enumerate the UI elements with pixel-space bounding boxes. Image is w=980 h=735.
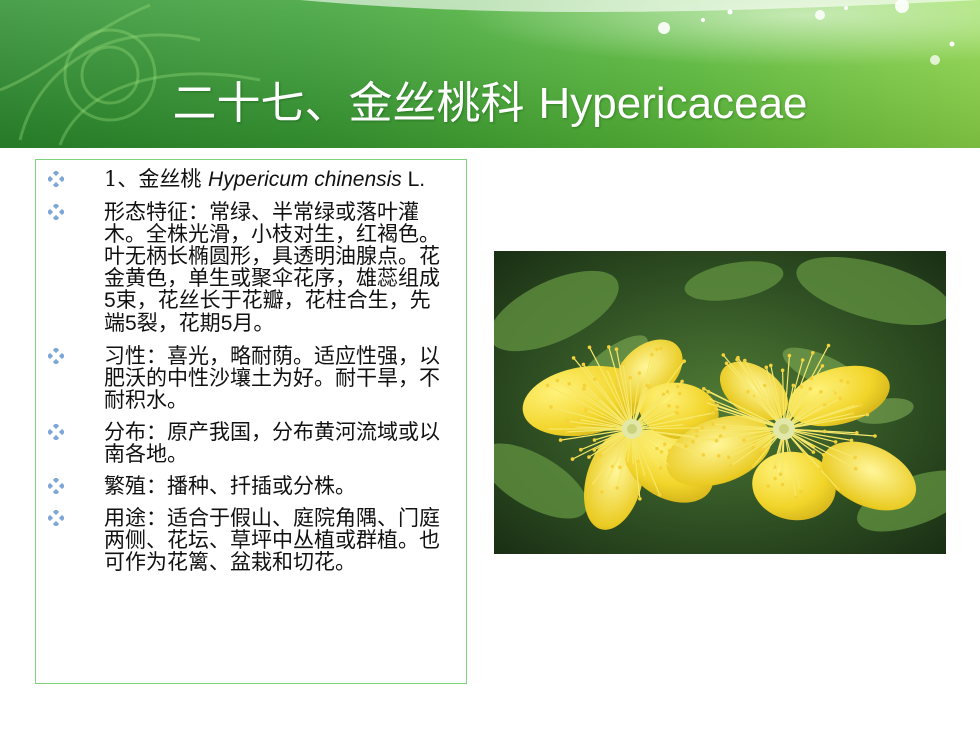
bullet-text-part: 5 bbox=[125, 312, 137, 335]
slide-title-latin: Hypericaceae bbox=[538, 79, 808, 128]
bullet-text-part: Hypericum chinensis bbox=[208, 168, 402, 191]
bullet-text: 习性：喜光，略耐荫。适应性强，以肥沃的中性沙壤土为好。耐干旱，不耐积水。 bbox=[104, 345, 448, 411]
content-text-box: 1、金丝桃 Hypericum chinensis L. 形态特征：常绿、半常绿或… bbox=[35, 159, 467, 684]
bullet-text-part: 1、金丝桃 bbox=[104, 167, 209, 191]
bullet-text: 分布：原产我国，分布黄河流域或以南各地。 bbox=[104, 421, 448, 465]
diamond-bullet-icon bbox=[48, 348, 64, 364]
bullet-text-part: 月。 bbox=[232, 311, 275, 335]
flower-image bbox=[494, 251, 946, 554]
hypericum-flower-photo bbox=[494, 251, 946, 554]
bullet-text-part: 5 bbox=[104, 289, 116, 312]
bullet-item: 形态特征：常绿、半常绿或落叶灌木。全株光滑，小枝对生，红褐色。叶无柄长椭圆形，具… bbox=[46, 201, 448, 335]
bullet-item: 繁殖：播种、扦插或分株。 bbox=[46, 475, 448, 497]
bullet-text-part: 裂，花期 bbox=[136, 311, 221, 335]
bullet-text-part: 形态特征：常绿、半常绿或落叶灌木。全株光滑，小枝对生，红褐色。叶无柄长椭圆形，具… bbox=[104, 200, 440, 290]
slide-title: 二十七、金丝桃科 Hypericaceae bbox=[0, 72, 980, 136]
bullet-text: 用途：适合于假山、庭院角隅、门庭两侧、花坛、草坪中丛植或群植。也可作为花篱、盆栽… bbox=[104, 507, 448, 573]
diamond-bullet-icon bbox=[48, 171, 64, 187]
bullet-text-part: 用途：适合于假山、庭院角隅、门庭两侧、花坛、草坪中丛植或群植。也可作为花篱、盆栽… bbox=[104, 506, 440, 574]
diamond-bullet-icon bbox=[48, 510, 64, 526]
slide-header-banner: 二十七、金丝桃科 Hypericaceae bbox=[0, 0, 980, 148]
diamond-bullet-icon bbox=[48, 478, 64, 494]
bullet-item: 用途：适合于假山、庭院角隅、门庭两侧、花坛、草坪中丛植或群植。也可作为花篱、盆栽… bbox=[46, 507, 448, 573]
diamond-bullet-icon bbox=[48, 204, 64, 220]
bullet-text-part: L. bbox=[401, 168, 426, 191]
slide-title-cn: 二十七、金丝桃科 bbox=[172, 78, 539, 129]
bullet-item: 习性：喜光，略耐荫。适应性强，以肥沃的中性沙壤土为好。耐干旱，不耐积水。 bbox=[46, 345, 448, 411]
bullet-text-part: 繁殖：播种、扦插或分株。 bbox=[104, 474, 356, 498]
bullet-text-part: 5 bbox=[220, 312, 233, 335]
bullet-text: 形态特征：常绿、半常绿或落叶灌木。全株光滑，小枝对生，红褐色。叶无柄长椭圆形，具… bbox=[104, 201, 448, 335]
bullet-text-part: 习性：喜光，略耐荫。适应性强，以肥沃的中性沙壤土为好。耐干旱，不耐积水。 bbox=[104, 344, 440, 412]
bullet-text-part: 分布：原产我国，分布黄河流域或以南各地。 bbox=[104, 420, 440, 466]
diamond-bullet-icon bbox=[48, 424, 64, 440]
bullet-item: 1、金丝桃 Hypericum chinensis L. bbox=[46, 168, 448, 191]
bullet-item: 分布：原产我国，分布黄河流域或以南各地。 bbox=[46, 421, 448, 465]
bullet-list: 1、金丝桃 Hypericum chinensis L. 形态特征：常绿、半常绿或… bbox=[36, 160, 466, 573]
bullet-text: 1、金丝桃 Hypericum chinensis L. bbox=[104, 168, 448, 191]
bullet-text: 繁殖：播种、扦插或分株。 bbox=[104, 475, 448, 497]
